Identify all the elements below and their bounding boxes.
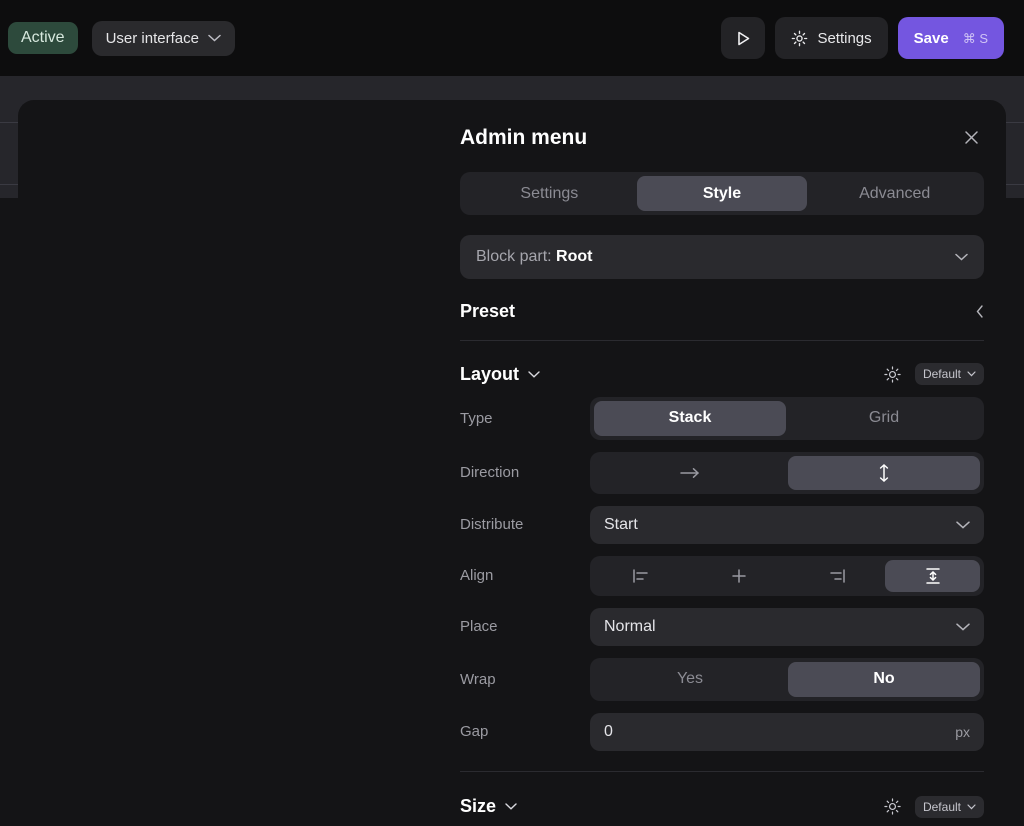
block-part-select[interactable]: Block part: Root	[460, 235, 984, 279]
wrap-label: Wrap	[460, 671, 578, 688]
layout-state-label: Default	[923, 368, 961, 380]
app-root: Active User interface	[0, 0, 1024, 826]
toolbar-right-group: Settings Save ⌘ S	[721, 17, 1024, 59]
page-select-label: User interface	[106, 31, 199, 46]
sun-icon[interactable]	[884, 798, 901, 815]
chevron-down-icon	[955, 253, 968, 261]
preview-play-button[interactable]	[721, 17, 765, 59]
direction-label: Direction	[460, 464, 578, 481]
status-badge: Active	[8, 22, 78, 54]
admin-menu-content: Admin menu Settings Style Advanced Block…	[438, 100, 1006, 826]
gap-label: Gap	[460, 723, 578, 740]
row-wrap: Wrap Yes No	[460, 658, 984, 701]
preset-title: Preset	[460, 301, 515, 322]
tab-settings[interactable]: Settings	[464, 176, 635, 211]
layout-state-pill[interactable]: Default	[915, 363, 984, 385]
align-center-icon	[729, 568, 749, 584]
block-part-prefix: Block part:	[476, 248, 552, 265]
size-title-text: Size	[460, 796, 496, 817]
distribute-label: Distribute	[460, 516, 578, 533]
direction-option-horizontal[interactable]	[594, 456, 786, 490]
size-section-header: Size	[460, 796, 984, 818]
panel-tabs: Settings Style Advanced	[460, 172, 984, 215]
wrap-option-yes[interactable]: Yes	[594, 662, 786, 697]
save-button[interactable]: Save ⌘ S	[898, 17, 1004, 59]
chevron-down-icon	[208, 34, 221, 42]
align-option-end[interactable]	[788, 560, 883, 592]
row-align: Align	[460, 556, 984, 596]
chevron-left-icon[interactable]	[976, 305, 984, 318]
gap-unit: px	[955, 724, 970, 740]
size-header-controls: Default	[884, 796, 984, 818]
size-state-pill[interactable]: Default	[915, 796, 984, 818]
sun-icon[interactable]	[884, 366, 901, 383]
align-stretch-icon	[924, 567, 942, 585]
play-icon	[737, 31, 750, 46]
tab-advanced[interactable]: Advanced	[809, 176, 980, 211]
wrap-option-no[interactable]: No	[788, 662, 980, 697]
size-state-label: Default	[923, 801, 961, 813]
save-shortcut-hint: ⌘ S	[963, 32, 988, 45]
chevron-down-icon	[956, 623, 970, 631]
chevron-down-icon[interactable]	[505, 803, 517, 810]
align-end-icon	[826, 568, 846, 584]
page-select[interactable]: User interface	[92, 21, 235, 56]
panel-title: Admin menu	[460, 126, 587, 150]
place-label: Place	[460, 618, 578, 635]
settings-button[interactable]: Settings	[775, 17, 887, 59]
wrap-segmented-control: Yes No	[590, 658, 984, 701]
top-toolbar: Active User interface	[0, 0, 1024, 76]
row-type: Type Stack Grid	[460, 397, 984, 440]
layout-title: Layout	[460, 364, 540, 385]
direction-segmented-control	[590, 452, 984, 494]
layout-section-header: Layout	[460, 363, 984, 385]
align-option-stretch[interactable]	[885, 560, 980, 592]
align-label: Align	[460, 567, 578, 584]
type-option-grid[interactable]: Grid	[788, 401, 980, 436]
align-option-start[interactable]	[594, 560, 689, 592]
settings-button-label: Settings	[817, 31, 871, 46]
row-gap: Gap 0 px	[460, 713, 984, 751]
align-option-center[interactable]	[691, 560, 786, 592]
distribute-select[interactable]: Start	[590, 506, 984, 544]
toolbar-left-group: Active User interface	[0, 21, 235, 56]
type-option-stack[interactable]: Stack	[594, 401, 786, 436]
chevron-down-icon	[967, 371, 976, 377]
layout-header-controls: Default	[884, 363, 984, 385]
type-segmented-control: Stack Grid	[590, 397, 984, 440]
type-label: Type	[460, 410, 578, 427]
distribute-value: Start	[604, 516, 638, 534]
close-icon[interactable]	[959, 125, 984, 150]
row-place: Place Normal	[460, 608, 984, 646]
preset-section-header: Preset	[460, 301, 984, 322]
align-segmented-control	[590, 556, 984, 596]
admin-menu-panel: Admin menu Settings Style Advanced Block…	[18, 100, 1006, 826]
place-select[interactable]: Normal	[590, 608, 984, 646]
size-title: Size	[460, 796, 517, 817]
chevron-down-icon	[967, 804, 976, 810]
layout-title-text: Layout	[460, 364, 519, 385]
tab-style[interactable]: Style	[637, 176, 808, 211]
chevron-down-icon	[956, 521, 970, 529]
block-part-value: Root	[556, 248, 592, 265]
gear-icon	[791, 30, 808, 47]
arrow-right-icon	[679, 467, 701, 479]
preset-divider	[460, 340, 984, 341]
row-distribute: Distribute Start	[460, 506, 984, 544]
row-direction: Direction	[460, 452, 984, 494]
align-start-icon	[632, 568, 652, 584]
panel-header: Admin menu	[438, 100, 1006, 150]
direction-option-vertical[interactable]	[788, 456, 980, 490]
arrow-vertical-icon	[878, 463, 890, 483]
gap-value: 0	[604, 723, 613, 741]
size-divider	[460, 771, 984, 772]
save-button-label: Save	[914, 31, 949, 46]
gap-input[interactable]: 0 px	[590, 713, 984, 751]
chevron-down-icon[interactable]	[528, 371, 540, 378]
place-value: Normal	[604, 618, 656, 636]
